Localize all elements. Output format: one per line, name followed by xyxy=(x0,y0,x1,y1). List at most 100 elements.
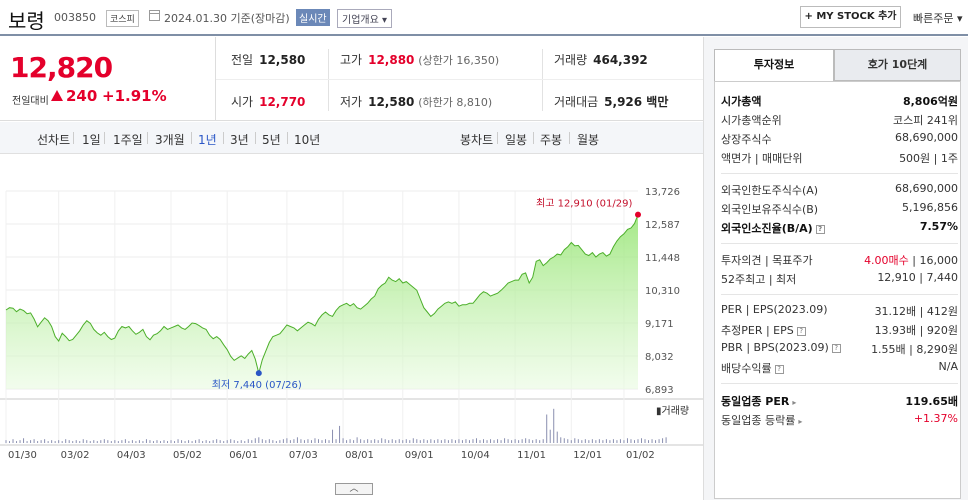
period-1w[interactable]: 1주일 xyxy=(113,131,143,148)
help-icon[interactable]: ? xyxy=(796,327,806,336)
info-row-industry-rate[interactable]: 동일업종 등락률 ▸ +1.37% xyxy=(721,412,958,430)
volume-bar xyxy=(567,439,569,443)
volume-bar xyxy=(335,439,337,443)
volume-bar xyxy=(609,440,611,443)
price-area-fill xyxy=(6,214,638,389)
volume-bar xyxy=(507,439,509,443)
period-3m[interactable]: 3개월 xyxy=(155,131,185,148)
change-label: 전일대비 xyxy=(12,96,49,107)
volume-bar xyxy=(30,440,32,443)
price-chart[interactable]: 13,726 12,587 11,448 10,310 9,171 8,032 6,893 0… xyxy=(0,155,703,500)
volume-bar xyxy=(124,439,126,443)
info-row-opinion: 투자의견 | 목표주가 4.00매수 | 16,000 xyxy=(721,254,958,267)
volume-bar xyxy=(247,439,249,443)
volume-bar xyxy=(454,440,456,443)
period-5y[interactable]: 5년 xyxy=(262,131,281,148)
period-1y[interactable]: 1년 xyxy=(198,131,217,148)
divider xyxy=(255,132,256,144)
stock-code: 003850 xyxy=(54,11,96,24)
tab-investment-info[interactable]: 투자정보 xyxy=(714,49,834,81)
info-row-par: 액면가 | 매매단위 500원 | 1주 xyxy=(721,152,958,165)
volume-bar xyxy=(511,440,513,443)
divider xyxy=(104,132,105,144)
volume-bar xyxy=(641,438,643,443)
realtime-button[interactable]: 실시간 xyxy=(296,9,330,26)
volume-bar xyxy=(131,440,133,443)
y-tick-label: 10,310 xyxy=(645,286,680,297)
volume-bar xyxy=(391,439,393,443)
volume-bar xyxy=(72,441,74,443)
volume-bar xyxy=(591,439,593,443)
volume-bar xyxy=(159,441,161,443)
divider xyxy=(497,132,498,144)
add-my-stock-button[interactable]: + MY STOCK 추가 xyxy=(800,6,901,28)
help-icon[interactable]: ? xyxy=(774,365,784,374)
volume-bar xyxy=(626,438,628,443)
volume-bar xyxy=(58,440,60,443)
prev-close: 전일 12,580 xyxy=(231,53,306,67)
help-icon[interactable]: ? xyxy=(831,344,841,353)
volume-bar xyxy=(307,439,309,443)
divider xyxy=(569,132,570,144)
volume-bar xyxy=(321,440,323,443)
caret-right-icon: ▸ xyxy=(798,417,803,426)
info-row-pbr: PBR | BPS(2023.09)? 1.55배 | 8,290원 xyxy=(721,341,958,356)
volume-bar xyxy=(518,440,520,443)
collapse-chart-button[interactable]: ︿ xyxy=(335,483,373,495)
volume-bar xyxy=(514,439,516,443)
candle-monthly[interactable]: 월봉 xyxy=(577,131,599,148)
volume-bar xyxy=(237,441,239,443)
volume-bar xyxy=(317,439,319,443)
volume-bar xyxy=(174,441,176,443)
volume-bar xyxy=(86,440,88,443)
candle-daily[interactable]: 일봉 xyxy=(505,131,527,148)
volume-bar xyxy=(54,441,56,443)
volume-bar xyxy=(440,440,442,443)
divider xyxy=(328,49,329,111)
y-tick-label: 13,726 xyxy=(645,187,680,198)
divider xyxy=(721,383,958,384)
volume-bar xyxy=(563,438,565,443)
volume-bar xyxy=(648,440,650,443)
volume-bar xyxy=(360,439,362,443)
base-date: 2024.01.30 기준(장마감) xyxy=(164,12,290,25)
volume-bar xyxy=(138,440,140,443)
tab-order-book[interactable]: 호가 10단계 xyxy=(834,49,961,81)
candle-weekly[interactable]: 주봉 xyxy=(540,131,562,148)
volume-bar xyxy=(117,441,119,443)
volume-bar xyxy=(209,441,211,443)
volume-bar xyxy=(103,439,105,443)
x-tick-label: 11/01 xyxy=(517,450,546,461)
volume-bar xyxy=(461,440,463,443)
volume-bar xyxy=(472,439,474,443)
volume-bar xyxy=(286,438,288,443)
period-1d[interactable]: 1일 xyxy=(82,131,101,148)
help-icon[interactable]: ? xyxy=(815,225,825,234)
high-label: 최고 12,910 (01/29) xyxy=(536,198,632,210)
y-tick-label: 6,893 xyxy=(645,385,674,396)
current-price-box: 12,820 전일대비 240 +1.91% xyxy=(0,37,216,121)
info-row-industry-per[interactable]: 동일업종 PER ▸ 119.65배 xyxy=(721,393,958,411)
volume-bar xyxy=(637,439,639,443)
volume-bar xyxy=(651,439,653,443)
volume-bar xyxy=(205,440,207,443)
divider xyxy=(287,132,288,144)
volume-bar xyxy=(612,439,614,443)
volume-bar xyxy=(490,439,492,443)
volume-bar xyxy=(553,408,555,443)
volume-bar xyxy=(268,439,270,443)
volume-bar xyxy=(191,441,193,443)
quick-order-dropdown[interactable]: 빠른주문 ▾ xyxy=(913,10,963,26)
volume-bar xyxy=(655,440,657,443)
volume-bar xyxy=(19,440,21,443)
volume-bar xyxy=(114,440,116,443)
volume-bar xyxy=(549,429,551,443)
period-3y[interactable]: 3년 xyxy=(230,131,249,148)
volume-bar xyxy=(374,439,376,443)
volume-bar xyxy=(93,440,95,443)
info-row-est-per: 추정PER | EPS? 13.93배 | 920원 xyxy=(721,324,958,337)
period-10y[interactable]: 10년 xyxy=(294,131,320,148)
company-info-dropdown[interactable]: 기업개요 ▾ xyxy=(337,9,392,28)
volume-bar xyxy=(465,439,467,443)
volume-bar xyxy=(349,439,351,443)
